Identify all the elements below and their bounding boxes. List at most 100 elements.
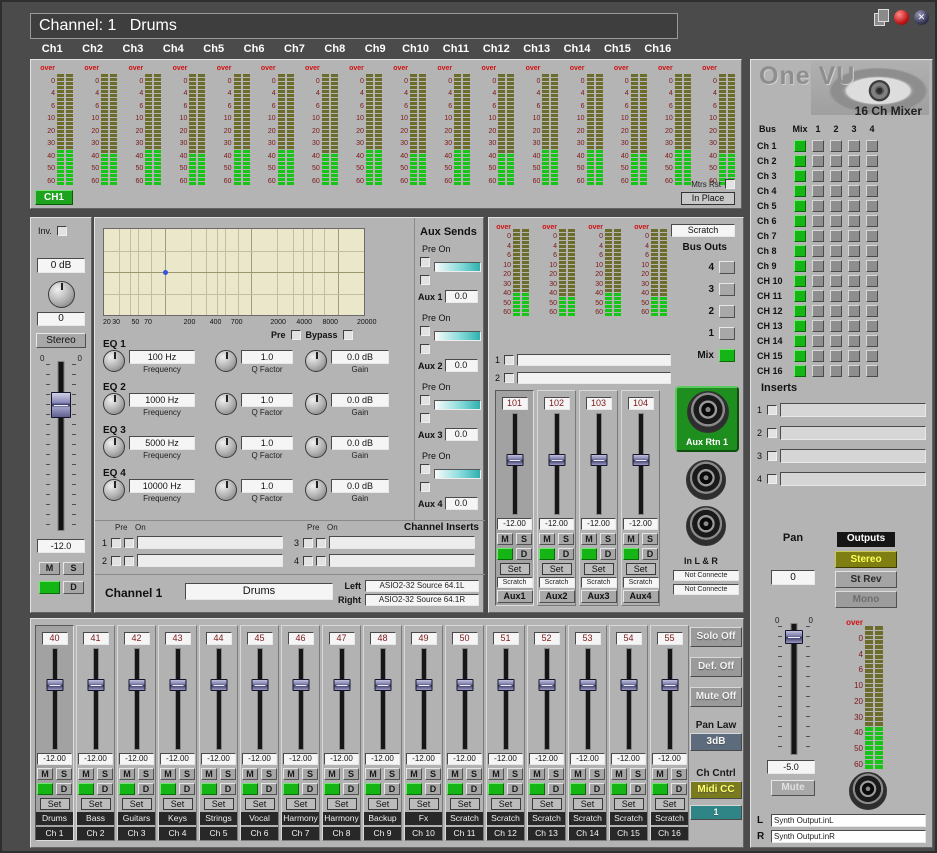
bus-assign-button[interactable] (830, 215, 842, 227)
channel-name-button[interactable]: Scratch (610, 812, 647, 825)
fader-handle[interactable] (292, 679, 309, 691)
output-mono-button[interactable]: Mono (835, 591, 897, 608)
mute-button[interactable]: M (611, 768, 627, 780)
tab-ch8[interactable]: Ch8 (315, 43, 355, 56)
bus-assign-button[interactable] (812, 320, 824, 332)
fader-handle[interactable] (661, 679, 678, 691)
tab-ch10[interactable]: Ch10 (395, 43, 435, 56)
bus-assign-button[interactable] (866, 305, 878, 317)
pan-law-button[interactable]: 3dB (690, 733, 742, 751)
aux-value-field[interactable]: 0.0 (445, 428, 478, 441)
bus-assign-button[interactable] (830, 230, 842, 242)
bus-assign-button[interactable] (848, 260, 860, 272)
bus-assign-button[interactable] (812, 350, 824, 362)
insert-pre-checkbox[interactable] (111, 556, 121, 566)
solo-button[interactable]: S (56, 768, 72, 780)
aux-pre-checkbox[interactable] (420, 326, 430, 336)
solo-button[interactable]: S (425, 768, 441, 780)
fader-handle[interactable] (579, 679, 596, 691)
fader-handle[interactable] (415, 679, 432, 691)
channel-number-button[interactable]: Ch 14 (569, 827, 606, 840)
frequency-knob[interactable] (103, 479, 125, 501)
row-checkbox[interactable] (504, 373, 514, 383)
bus-assign-button[interactable] (812, 170, 824, 182)
bank-button[interactable]: 1 (690, 805, 742, 820)
set-button[interactable]: Set (655, 798, 685, 810)
bus-name-field[interactable]: Scratch (671, 224, 735, 237)
input-connection-field[interactable]: Not Connecte (673, 570, 739, 581)
cc-number-field[interactable]: 53 (575, 632, 601, 645)
aux-select-button[interactable]: Aux1 (497, 590, 533, 603)
q-factor-knob[interactable] (215, 350, 237, 372)
cc-number-field[interactable]: 104 (628, 397, 654, 410)
aux-pre-checkbox[interactable] (420, 395, 430, 405)
tab-ch15[interactable]: Ch15 (597, 43, 637, 56)
channel-name-button[interactable]: Harmony (323, 812, 360, 825)
channel-number-button[interactable]: Ch 15 (610, 827, 647, 840)
cc-number-field[interactable]: 42 (124, 632, 150, 645)
bus-assign-button[interactable] (866, 170, 878, 182)
strip-fader[interactable] (449, 649, 481, 749)
strip-fader[interactable] (572, 649, 604, 749)
bus-assign-button[interactable] (848, 185, 860, 197)
aux-on-checkbox[interactable] (420, 275, 430, 285)
cc-number-field[interactable]: 45 (247, 632, 273, 645)
aux-level-slider[interactable] (434, 469, 481, 479)
solo-button[interactable]: S (642, 533, 658, 545)
strip-fader[interactable] (39, 649, 71, 749)
channel-name-button[interactable]: Scratch (651, 812, 688, 825)
mute-off-button[interactable]: Mute Off (690, 687, 742, 707)
tab-ch14[interactable]: Ch14 (557, 43, 597, 56)
aux-level-slider[interactable] (434, 331, 481, 341)
channel-name-button[interactable]: Keys (159, 812, 196, 825)
bus-assign-button[interactable] (848, 335, 860, 347)
mute-button[interactable]: M (365, 768, 381, 780)
mute-button[interactable]: M (324, 768, 340, 780)
bus-assign-button[interactable] (848, 140, 860, 152)
aux-return-knob[interactable] (687, 391, 729, 433)
cc-number-field[interactable]: 46 (288, 632, 314, 645)
bus-out-button[interactable] (719, 283, 735, 296)
set-button[interactable]: Set (491, 798, 521, 810)
aux-on-checkbox[interactable] (420, 413, 430, 423)
solo-button[interactable]: S (97, 768, 113, 780)
gain-knob[interactable] (305, 479, 327, 501)
strip-fader[interactable] (625, 414, 657, 514)
channel-number-button[interactable]: Ch 2 (77, 827, 114, 840)
set-button[interactable]: Set (614, 798, 644, 810)
input-gain-field[interactable]: 0 dB (37, 258, 85, 273)
solo-button[interactable]: S (138, 768, 154, 780)
bus-assign-button[interactable] (812, 260, 824, 272)
mute-button[interactable]: M (37, 768, 53, 780)
input-gain-knob[interactable] (48, 281, 75, 308)
set-button[interactable]: Set (245, 798, 275, 810)
bus-assign-button[interactable] (866, 155, 878, 167)
solo-button[interactable]: S (466, 768, 482, 780)
aux-value-field[interactable]: 0.0 (445, 290, 478, 303)
frequency-field[interactable]: 5000 Hz (129, 436, 195, 450)
cc-number-field[interactable]: 44 (206, 632, 232, 645)
left-source-field[interactable]: ASIO2-32 Source 64.1L (365, 580, 479, 592)
mute-button[interactable]: M (488, 768, 504, 780)
bus-assign-button[interactable] (848, 155, 860, 167)
bus-assign-button[interactable] (812, 290, 824, 302)
gain-knob[interactable] (305, 350, 327, 372)
mute-button[interactable]: M (406, 768, 422, 780)
insert-slot-field[interactable] (329, 554, 475, 567)
channel-name-button[interactable]: Scratch (528, 812, 565, 825)
cc-number-field[interactable]: 47 (329, 632, 355, 645)
channel-number-button[interactable]: Ch 6 (241, 827, 278, 840)
solo-button[interactable]: S (507, 768, 523, 780)
tab-ch2[interactable]: Ch2 (72, 43, 112, 56)
channel-number-button[interactable]: Ch 7 (282, 827, 319, 840)
channel-number-button[interactable]: Ch 3 (118, 827, 155, 840)
solo-button[interactable]: S (179, 768, 195, 780)
cc-number-field[interactable]: 51 (493, 632, 519, 645)
d-button[interactable]: D (466, 783, 482, 795)
bus-assign-button[interactable] (866, 335, 878, 347)
bus-assign-button[interactable] (848, 200, 860, 212)
bus-assign-button[interactable] (830, 185, 842, 197)
set-button[interactable]: Set (368, 798, 398, 810)
mix-assign-button[interactable] (794, 245, 806, 257)
strip-fader[interactable] (162, 649, 194, 749)
